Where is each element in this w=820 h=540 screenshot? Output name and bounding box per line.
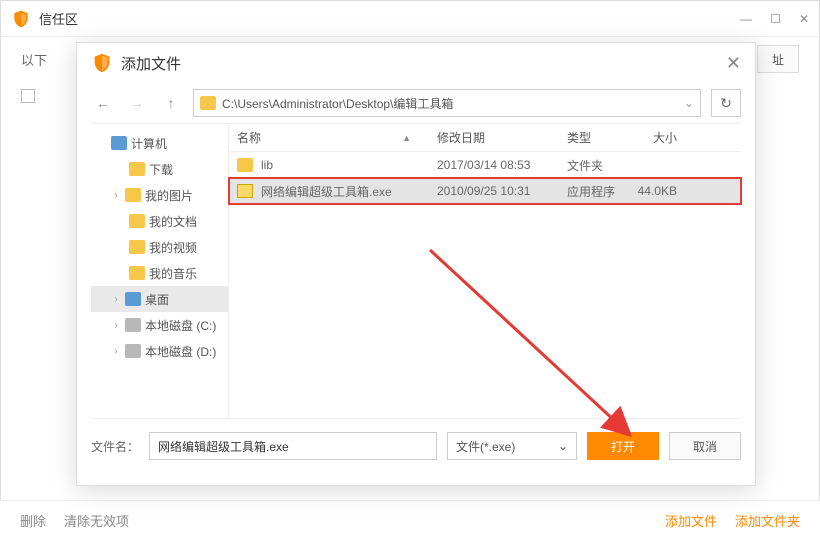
tree-item[interactable]: 我的文档 xyxy=(91,208,228,234)
file-name: lib xyxy=(261,158,273,172)
file-date: 2010/09/25 10:31 xyxy=(429,184,559,198)
close-button[interactable]: ✕ xyxy=(799,12,809,26)
tree-label: 计算机 xyxy=(131,135,167,152)
tree-label: 下载 xyxy=(149,161,173,178)
back-button[interactable]: ← xyxy=(91,91,115,115)
select-all-checkbox[interactable] xyxy=(21,89,35,103)
file-name: 网络编辑超级工具箱.exe xyxy=(261,183,392,200)
tree-label: 本地磁盘 (D:) xyxy=(145,343,216,360)
tree-item[interactable]: › 本地磁盘 (C:) xyxy=(91,312,228,338)
tree-label: 桌面 xyxy=(145,291,169,308)
path-text: C:\Users\Administrator\Desktop\编辑工具箱 xyxy=(222,95,453,112)
file-icon xyxy=(237,158,253,172)
tree-item[interactable]: 计算机 xyxy=(91,130,228,156)
main-titlebar: 信任区 — ☐ ✕ xyxy=(1,1,819,37)
tree-label: 我的图片 xyxy=(145,187,193,204)
file-filter-select[interactable]: 文件(*.exe) ⌄ xyxy=(447,432,577,460)
file-size: 44.0KB xyxy=(625,184,685,198)
col-size-header[interactable]: 大小 xyxy=(625,129,685,146)
file-type: 文件夹 xyxy=(559,157,625,174)
tree-item[interactable]: › 我的图片 xyxy=(91,182,228,208)
app-shield-icon xyxy=(11,9,31,29)
tree-icon xyxy=(129,214,145,228)
refresh-button[interactable]: ↻ xyxy=(711,89,741,117)
col-date-header[interactable]: 修改日期 xyxy=(429,129,559,146)
main-footer: 删除 清除无效项 添加文件 添加文件夹 xyxy=(0,500,820,540)
tree-icon xyxy=(129,266,145,280)
expand-icon: › xyxy=(111,346,121,357)
col-name-header[interactable]: 名称▲ xyxy=(229,129,429,146)
cancel-button[interactable]: 取消 xyxy=(669,432,741,460)
tree-icon xyxy=(125,292,141,306)
dialog-footer: 文件名： 文件(*.exe) ⌄ 打开 取消 xyxy=(77,419,755,473)
clear-invalid-link[interactable]: 清除无效项 xyxy=(64,511,129,530)
file-date: 2017/03/14 08:53 xyxy=(429,158,559,172)
file-list: 名称▲ 修改日期 类型 大小 lib 2017/03/14 08:53 文件夹 … xyxy=(229,124,741,418)
dialog-shield-icon xyxy=(91,52,113,74)
sort-asc-icon: ▲ xyxy=(402,133,411,143)
expand-icon: › xyxy=(111,294,121,305)
add-file-link[interactable]: 添加文件 xyxy=(665,511,717,530)
up-button[interactable]: ↑ xyxy=(159,91,183,115)
file-row[interactable]: 网络编辑超级工具箱.exe 2010/09/25 10:31 应用程序 44.0… xyxy=(229,178,741,204)
main-window-title: 信任区 xyxy=(39,9,740,28)
delete-link[interactable]: 删除 xyxy=(20,511,46,530)
minimize-button[interactable]: — xyxy=(740,12,752,26)
tree-label: 我的文档 xyxy=(149,213,197,230)
tree-item[interactable]: › 本地磁盘 (D:) xyxy=(91,338,228,364)
add-folder-link[interactable]: 添加文件夹 xyxy=(735,511,800,530)
tree-icon xyxy=(129,240,145,254)
tree-item[interactable]: 下载 xyxy=(91,156,228,182)
dialog-titlebar: 添加文件 ✕ xyxy=(77,43,755,83)
folder-tree: 计算机下载 › 我的图片我的文档我的视频我的音乐 › 桌面 › 本地磁盘 (C:) › 本地磁盘… xyxy=(91,124,229,418)
folder-icon xyxy=(200,96,216,110)
col-type-header[interactable]: 类型 xyxy=(559,129,625,146)
path-box[interactable]: C:\Users\Administrator\Desktop\编辑工具箱 ⌄ xyxy=(193,89,701,117)
filename-input[interactable] xyxy=(149,432,437,460)
toolbar-label: 以下 xyxy=(21,50,47,69)
dialog-title: 添加文件 xyxy=(121,53,726,74)
tree-item[interactable]: 我的视频 xyxy=(91,234,228,260)
add-file-dialog: 添加文件 ✕ ← → ↑ C:\Users\Administrator\Desk… xyxy=(76,42,756,486)
chevron-down-icon: ⌄ xyxy=(558,439,568,453)
open-button[interactable]: 打开 xyxy=(587,432,659,460)
tree-label: 本地磁盘 (C:) xyxy=(145,317,216,334)
tree-item[interactable]: › 桌面 xyxy=(91,286,228,312)
expand-icon: › xyxy=(111,190,121,201)
tree-icon xyxy=(125,188,141,202)
nav-row: ← → ↑ C:\Users\Administrator\Desktop\编辑工… xyxy=(77,83,755,123)
chevron-down-icon[interactable]: ⌄ xyxy=(684,96,694,110)
maximize-button[interactable]: ☐ xyxy=(770,12,781,26)
tree-icon xyxy=(125,318,141,332)
file-type: 应用程序 xyxy=(559,183,625,200)
filename-label: 文件名： xyxy=(91,438,139,455)
tree-label: 我的视频 xyxy=(149,239,197,256)
file-list-header: 名称▲ 修改日期 类型 大小 xyxy=(229,124,741,152)
expand-icon: › xyxy=(111,320,121,331)
dialog-close-button[interactable]: ✕ xyxy=(726,53,741,74)
tree-icon xyxy=(129,162,145,176)
tree-icon xyxy=(111,136,127,150)
tree-icon xyxy=(125,344,141,358)
file-icon xyxy=(237,184,253,198)
tree-item[interactable]: 我的音乐 xyxy=(91,260,228,286)
filter-text: 文件(*.exe) xyxy=(456,438,515,455)
forward-button[interactable]: → xyxy=(125,91,149,115)
address-button[interactable]: 址 xyxy=(757,45,799,73)
file-row[interactable]: lib 2017/03/14 08:53 文件夹 xyxy=(229,152,741,178)
tree-label: 我的音乐 xyxy=(149,265,197,282)
